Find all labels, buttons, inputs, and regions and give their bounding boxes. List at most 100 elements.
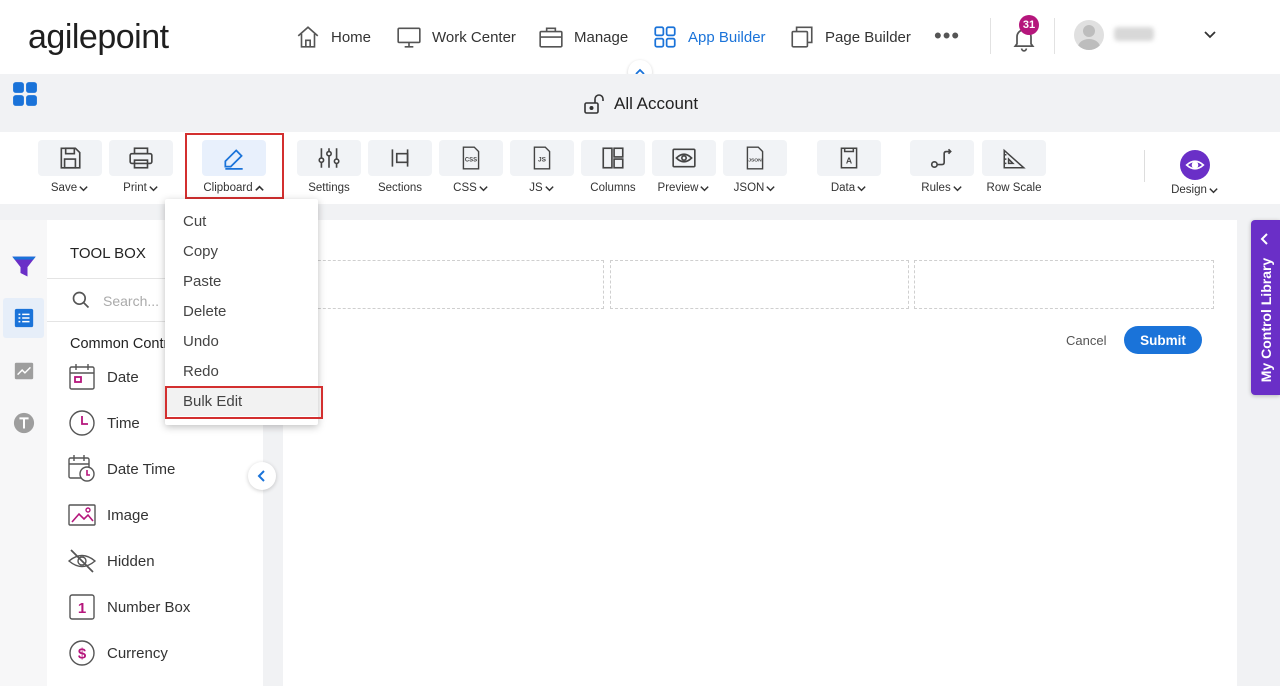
chevron-down-icon <box>149 185 158 191</box>
ribbon-columns-label: Columns <box>590 182 636 194</box>
data-icon: A <box>840 147 858 169</box>
ribbon-sections-label: Sections <box>377 182 423 194</box>
css-file-icon: CSS <box>462 146 480 170</box>
ribbon-css[interactable]: CSS CSS <box>438 140 504 194</box>
monitor-icon <box>397 27 421 48</box>
print-icon <box>129 147 153 169</box>
toolbox-collapse-button[interactable] <box>248 462 276 490</box>
left-icon-rail <box>0 220 47 686</box>
my-control-library-label: My Control Library <box>1258 257 1274 383</box>
chevron-left-icon <box>257 470 265 482</box>
toolbox-item-hidden[interactable]: Hidden <box>67 546 155 576</box>
toolbox-item-label: Date Time <box>107 460 176 478</box>
ribbon-settings-label: Settings <box>308 182 350 194</box>
sliders-icon <box>318 148 340 168</box>
submit-button[interactable]: Submit <box>1124 326 1202 354</box>
menu-item-delete[interactable]: Delete <box>165 296 318 326</box>
grid-icon <box>654 26 676 48</box>
ribbon-rules-label: Rules <box>921 182 951 194</box>
chevron-down-icon <box>79 185 88 191</box>
ribbon-save-label: Save <box>50 182 78 194</box>
nav-manage[interactable]: Manage <box>538 22 628 52</box>
ruler-triangle-icon <box>1003 148 1026 169</box>
agilepoint-logo[interactable]: agilepoint <box>28 18 169 57</box>
form-list-icon <box>14 308 33 328</box>
notification-badge: 31 <box>1019 15 1039 35</box>
columns-icon <box>602 147 624 169</box>
unlock-icon <box>584 94 604 114</box>
username-blurred[interactable] <box>1114 27 1154 41</box>
rail-text-button[interactable] <box>3 403 44 443</box>
text-t-icon <box>13 412 34 434</box>
ribbon-settings[interactable]: Settings <box>296 140 362 194</box>
ribbon-js-label: JS <box>529 182 543 194</box>
ribbon-json[interactable]: JSON JSON <box>722 140 788 194</box>
app-title-text: All Account <box>614 94 699 113</box>
nav-app-builder-label: App Builder <box>688 28 766 46</box>
nav-app-builder[interactable]: App Builder <box>652 22 766 52</box>
ribbon-print[interactable]: Print <box>108 140 174 194</box>
ribbon-preview[interactable]: Preview <box>651 140 717 194</box>
ribbon-divider <box>1144 150 1145 182</box>
my-control-library-tab[interactable]: My Control Library <box>1251 220 1280 395</box>
chevron-down-icon <box>1209 187 1218 193</box>
menu-item-cut[interactable]: Cut <box>165 206 318 236</box>
menu-item-undo[interactable]: Undo <box>165 326 318 356</box>
ribbon-sections[interactable]: Sections <box>367 140 433 194</box>
toolbox-item-image[interactable]: Image <box>67 500 149 530</box>
save-icon <box>60 147 81 169</box>
cancel-button[interactable]: Cancel <box>1060 326 1112 354</box>
nav-home[interactable]: Home <box>295 22 371 52</box>
nav-manage-label: Manage <box>574 28 629 46</box>
more-menu-button[interactable]: ••• <box>934 25 960 47</box>
nav-page-builder[interactable]: Page Builder <box>789 22 911 52</box>
ribbon-print-label: Print <box>123 182 147 194</box>
ribbon-js[interactable]: JS JS <box>509 140 575 194</box>
briefcase-icon <box>539 27 563 48</box>
rules-flow-icon <box>930 148 952 169</box>
ribbon-rules[interactable]: Rules <box>909 140 975 194</box>
image-icon <box>68 504 96 526</box>
chevron-left-icon <box>1260 233 1268 245</box>
ribbon-row-scale[interactable]: Row Scale <box>981 140 1047 194</box>
ribbon-design[interactable]: Design <box>1162 150 1228 196</box>
svg-text:1: 1 <box>78 600 86 617</box>
toolbox-item-label: Time <box>107 414 140 432</box>
apps-grid-icon[interactable] <box>12 81 38 107</box>
funnel-icon <box>11 256 36 277</box>
form-slot[interactable] <box>303 260 604 309</box>
ribbon-data[interactable]: A Data <box>816 140 882 194</box>
menu-item-redo[interactable]: Redo <box>165 356 318 386</box>
chevron-down-icon[interactable] <box>1202 26 1218 42</box>
sections-icon <box>391 149 409 167</box>
toolbox-item-time[interactable]: Time <box>67 408 140 438</box>
rail-analytics-button[interactable] <box>3 351 44 391</box>
nav-work-center-label: Work Center <box>432 28 516 46</box>
avatar[interactable] <box>1074 20 1104 50</box>
search-icon <box>72 291 90 309</box>
menu-item-paste[interactable]: Paste <box>165 266 318 296</box>
toolbox-title: TOOL BOX <box>70 245 146 262</box>
chevron-down-icon <box>700 185 710 191</box>
menu-item-copy[interactable]: Copy <box>165 236 318 266</box>
app-title: All Account <box>582 92 698 116</box>
toolbox-item-date[interactable]: Date <box>67 362 139 392</box>
home-icon <box>297 26 319 48</box>
form-slot[interactable] <box>914 260 1214 309</box>
toolbox-item-label: Number Box <box>107 598 191 616</box>
toolbox-item-number-box[interactable]: 1 Number Box <box>67 592 190 622</box>
number-box-icon: 1 <box>69 594 95 620</box>
currency-icon: $ <box>69 640 95 666</box>
ribbon-save[interactable]: Save <box>37 140 103 194</box>
rail-form-controls-button[interactable] <box>3 298 44 338</box>
ribbon-columns[interactable]: Columns <box>580 140 646 194</box>
form-slot[interactable] <box>610 260 909 309</box>
chevron-down-icon <box>953 185 962 191</box>
nav-divider <box>990 18 991 54</box>
toolbox-item-date-time[interactable]: Date Time <box>67 454 175 484</box>
rail-filter-button[interactable] <box>3 246 44 286</box>
toolbox-item-label: Currency <box>107 644 168 662</box>
preview-eye-icon <box>672 148 696 168</box>
nav-work-center[interactable]: Work Center <box>396 22 516 52</box>
toolbox-item-currency[interactable]: $ Currency <box>67 638 168 668</box>
